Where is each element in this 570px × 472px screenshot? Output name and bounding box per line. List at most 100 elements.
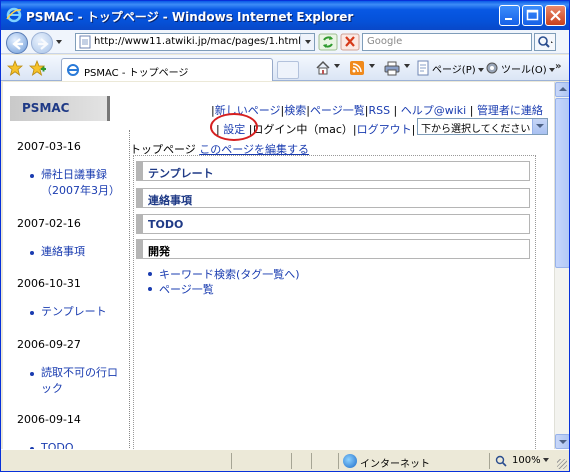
refresh-icon[interactable] xyxy=(318,33,338,51)
zoom-value: 100% xyxy=(512,455,541,466)
rss-feed-icon[interactable] xyxy=(349,60,365,76)
page-viewport: PSMAC 2007-03-16 帰社日議事録 （2007年3月） 2007-0… xyxy=(3,82,554,449)
page-icon xyxy=(79,35,91,49)
print-icon[interactable] xyxy=(384,60,400,76)
minimize-icon xyxy=(505,18,512,20)
vertical-scrollbar[interactable] xyxy=(554,82,569,449)
browser-window: PSMAC - トップページ - Windows Internet Explor… xyxy=(0,0,570,472)
home-icon[interactable] xyxy=(315,60,331,76)
feed-dropdown[interactable] xyxy=(367,61,375,77)
search-icon xyxy=(538,36,553,48)
recent-link-line1: 連絡事項 xyxy=(41,245,85,258)
page-select-value: 下から選択してください xyxy=(421,124,531,135)
security-zone: インターネット xyxy=(360,459,430,470)
title-bar: PSMAC - トップページ - Windows Internet Explor… xyxy=(1,1,569,30)
tab-psmac[interactable]: PSMAC - トップページ xyxy=(61,58,273,81)
globe-icon xyxy=(343,454,357,468)
recent-date: 2006-09-27 xyxy=(17,338,81,351)
stop-icon[interactable] xyxy=(340,33,360,51)
tab-row: PSMAC - トップページ ページ(P) ツール(O) » xyxy=(1,55,569,81)
page-select[interactable]: 下から選択してください xyxy=(417,118,548,135)
forward-button[interactable] xyxy=(31,32,53,54)
recent-date: 2006-09-14 xyxy=(17,413,81,426)
section-header[interactable]: テンプレート xyxy=(136,161,530,181)
bullet-icon xyxy=(30,251,34,255)
recent-link[interactable]: 帰社日議事録 （2007年3月） xyxy=(41,167,120,199)
chevron-down-icon xyxy=(532,119,547,134)
recent-link-line2: （2007年3月） xyxy=(41,184,120,197)
close-icon xyxy=(550,10,561,21)
home-dropdown[interactable] xyxy=(332,61,340,77)
tools-menu[interactable]: ツール(O) xyxy=(501,61,555,77)
site-title: PSMAC xyxy=(22,101,70,115)
minimize-button[interactable] xyxy=(499,5,520,26)
recent-link[interactable]: テンプレート xyxy=(41,304,107,320)
recent-link[interactable]: 読取不可の行ロ ック xyxy=(41,365,118,397)
status-divider xyxy=(311,453,312,469)
status-divider xyxy=(231,453,232,469)
section-header: 開発 xyxy=(136,239,530,259)
recent-link-line1: 帰社日議事録 xyxy=(41,168,107,181)
recent-link-line1: 読取不可の行ロ xyxy=(41,366,118,379)
ie-icon xyxy=(6,7,22,23)
address-dropdown[interactable] xyxy=(300,34,314,50)
gear-icon xyxy=(486,62,498,74)
rss-link[interactable]: RSS xyxy=(368,104,390,117)
section-title: 開発 xyxy=(148,245,170,258)
page-list-link[interactable]: ページ一覧 xyxy=(310,104,365,117)
bullet-icon xyxy=(148,287,152,291)
zoom-icon xyxy=(495,455,507,467)
back-arrow-icon xyxy=(12,38,23,50)
scroll-thumb[interactable] xyxy=(555,98,569,268)
section-title: テンプレート xyxy=(148,167,214,180)
recent-link-line2: ック xyxy=(41,382,63,395)
section-title: TODO xyxy=(148,218,184,231)
history-dropdown[interactable] xyxy=(56,40,62,44)
tools-menu-label: ツール(O) xyxy=(501,65,547,76)
bullet-icon xyxy=(148,272,152,276)
page-menu-icon xyxy=(417,60,429,76)
recent-link[interactable]: TODO xyxy=(41,440,74,449)
scroll-up-button[interactable] xyxy=(555,82,569,97)
maximize-icon xyxy=(526,9,539,21)
contact-admin-link[interactable]: 管理者に連絡 xyxy=(477,104,543,117)
new-tab-button[interactable] xyxy=(277,61,299,79)
login-status: ログイン中（mac） xyxy=(252,123,353,136)
keyword-search-link[interactable]: キーワード検索(タグ一覧へ) xyxy=(159,266,300,282)
search-input[interactable]: Google xyxy=(362,33,532,51)
section-header[interactable]: TODO xyxy=(136,214,530,234)
address-field[interactable]: http://www11.atwiki.jp/mac/pages/1.html xyxy=(75,33,315,51)
page-list-item-link[interactable]: ページ一覧 xyxy=(159,281,214,297)
search-button[interactable] xyxy=(534,33,556,51)
section-header[interactable]: 連絡事項 xyxy=(136,188,530,208)
address-row: http://www11.atwiki.jp/mac/pages/1.html … xyxy=(1,30,569,54)
add-favorites-icon[interactable] xyxy=(29,60,47,76)
help-link[interactable]: ヘルプ@wiki xyxy=(401,104,466,117)
recent-link[interactable]: 連絡事項 xyxy=(41,244,85,260)
recent-link-line1: TODO xyxy=(41,441,74,449)
scroll-down-button[interactable] xyxy=(555,434,569,449)
more-chevron-icon[interactable]: » xyxy=(555,61,561,77)
logout-link[interactable]: ログアウト xyxy=(357,123,412,136)
status-divider xyxy=(338,453,339,469)
bullet-icon xyxy=(30,372,34,376)
page-menu[interactable]: ページ(P) xyxy=(432,61,484,77)
site-logo[interactable]: PSMAC xyxy=(10,96,110,121)
url-text: http://www11.atwiki.jp/mac/pages/1.html xyxy=(94,36,301,47)
search-link[interactable]: 検索 xyxy=(284,104,306,117)
close-button[interactable] xyxy=(545,5,566,26)
resize-grip[interactable] xyxy=(557,459,567,469)
top-nav: |新しいページ|検索|ページ一覧|RSS | ヘルプ@wiki | 管理者に連絡 xyxy=(211,104,543,117)
highlight-circle xyxy=(210,113,258,141)
tab-label: PSMAC - トップページ xyxy=(84,68,189,79)
favorites-star-icon[interactable] xyxy=(7,60,23,76)
window-title: PSMAC - トップページ - Windows Internet Explor… xyxy=(26,10,354,24)
section-title: 連絡事項 xyxy=(148,194,192,207)
bullet-icon xyxy=(30,174,34,178)
back-button[interactable] xyxy=(6,32,28,54)
maximize-button[interactable] xyxy=(522,5,543,26)
print-dropdown[interactable] xyxy=(402,61,410,77)
column-divider xyxy=(129,130,130,449)
status-bar: インターネット 100% xyxy=(1,449,569,471)
zoom-level[interactable]: 100% xyxy=(512,455,549,466)
